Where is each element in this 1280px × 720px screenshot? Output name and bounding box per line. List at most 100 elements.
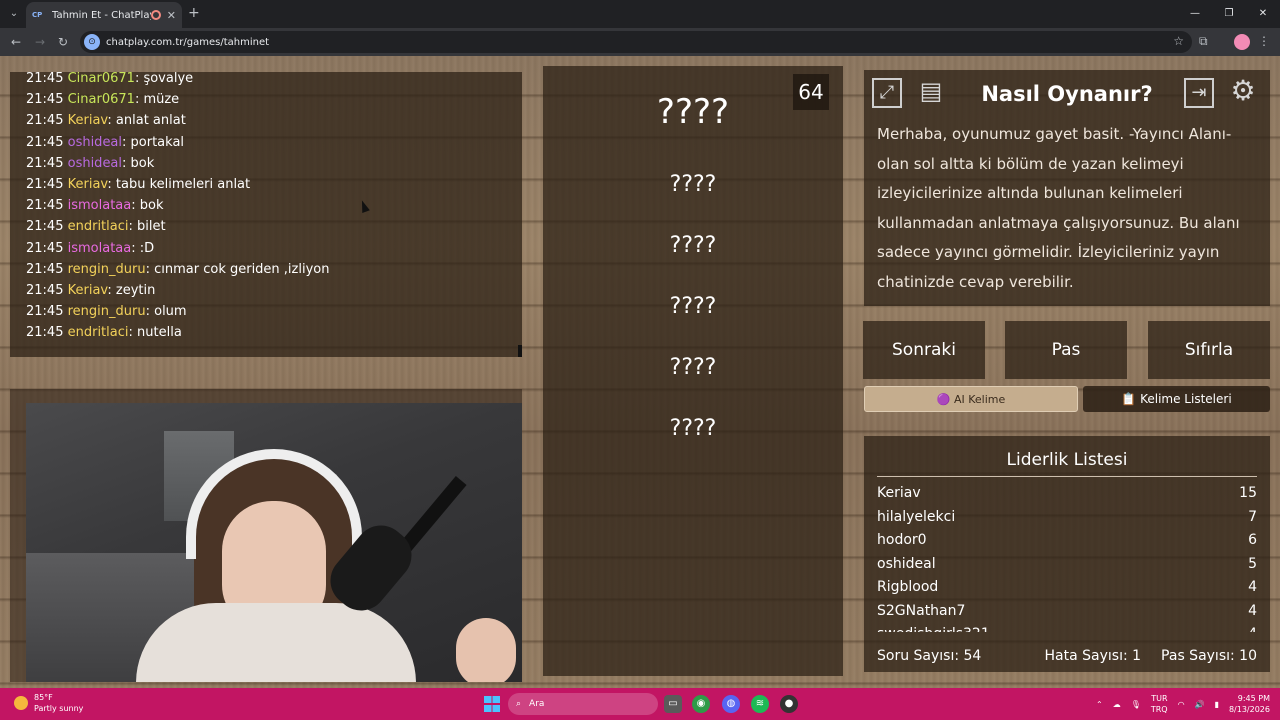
leaderboard-score: 4 <box>1248 623 1257 632</box>
weather-desc: Partly sunny <box>34 704 84 713</box>
restore-icon[interactable]: ❐ <box>1212 0 1246 28</box>
chat-text: cınmar cok geriden ,izliyon <box>154 261 330 277</box>
exit-icon[interactable]: ⇥ <box>1184 78 1214 108</box>
leaderboard-list[interactable]: Keriav 15 hilalyelekci 7 hodor0 6 oshideal 5 Rig… <box>877 482 1257 632</box>
forward-icon[interactable]: → <box>32 34 48 50</box>
chat-username[interactable]: endritlaci <box>68 219 129 234</box>
leaderboard-name: hilalyelekci <box>877 508 956 525</box>
webcam-feed <box>26 403 522 682</box>
battery-icon[interactable]: ▮ <box>1215 700 1219 709</box>
search-icon: ⌕ <box>516 699 522 709</box>
webcam-panel <box>10 389 522 682</box>
chat-username[interactable]: Cinar0671 <box>68 92 135 107</box>
browser-tab[interactable]: CP Tahmin Et - ChatPlay ✕ <box>26 2 182 28</box>
forbidden-word: ???? <box>669 355 717 380</box>
chat-username[interactable]: oshideal <box>68 156 122 171</box>
close-icon[interactable]: ✕ <box>1246 0 1280 28</box>
word-panel: 64 ???? ???? ???? ???? ???? ???? <box>543 66 843 676</box>
chat-text: anlat anlat <box>115 113 186 129</box>
chat-time: 21:45 <box>26 219 64 235</box>
leaderboard-row: oshideal 5 <box>877 553 1257 577</box>
tab-word-lists[interactable]: 📋 Kelime Listeleri <box>1083 386 1270 412</box>
chat-message: 21:45 Cinar0671: şovalye <box>26 72 194 86</box>
chat-message: 21:45 endritlaci: bilet <box>26 219 166 235</box>
chat-username[interactable]: rengin_duru <box>68 304 146 319</box>
site-info-icon[interactable]: ⊙ <box>84 34 100 50</box>
chat-username[interactable]: ismolataa <box>68 241 132 256</box>
leaderboard-name: Keriav <box>877 485 921 501</box>
forbidden-word: ???? <box>669 294 717 319</box>
clock-time: 9:45 PM <box>1237 694 1270 703</box>
chat-lines: 21:45 Cinar0671: şovalye 21:45 Cinar0671:… <box>26 72 522 343</box>
chat-username[interactable]: ismolataa <box>68 198 132 213</box>
clock[interactable]: 9:45 PM 8/13/2026 <box>1229 693 1270 715</box>
chat-time: 21:45 <box>26 134 64 150</box>
gear-icon[interactable]: ⚙ <box>1228 77 1258 108</box>
chat-text: nutella <box>137 325 182 341</box>
chat-username[interactable]: oshideal <box>68 135 122 150</box>
chat-time: 21:45 <box>26 176 64 192</box>
file-explorer-icon[interactable]: ▭ <box>664 695 682 713</box>
wifi-icon[interactable]: ◠ <box>1178 700 1185 709</box>
url-field[interactable]: ⊙ chatplay.com.tr/games/tahminet ☆ <box>80 31 1192 53</box>
chat-message: 21:45 Keriav: zeytin <box>26 282 156 298</box>
chat-username[interactable]: Keriav <box>68 283 108 298</box>
leaderboard-score: 15 <box>1239 485 1257 501</box>
chat-text: müze <box>143 92 180 108</box>
new-tab-icon[interactable]: + <box>188 5 200 21</box>
chat-text: bok <box>139 198 164 214</box>
obs-icon[interactable]: ● <box>780 695 798 713</box>
back-icon[interactable]: ← <box>8 34 24 50</box>
extensions-icon[interactable]: ⧉ <box>1199 34 1208 49</box>
leaderboard-row: hilalyelekci 7 <box>877 506 1257 530</box>
next-button[interactable]: Sonraki <box>863 321 985 379</box>
webcam-streamer-hand <box>456 618 516 682</box>
chat-time: 21:45 <box>26 92 64 108</box>
taskbar-search[interactable]: ⌕ Ara <box>508 693 658 715</box>
chat-message: 21:45 rengin_duru: cınmar cok geriden ,i… <box>26 261 330 277</box>
spotify-icon[interactable]: ≋ <box>751 695 769 713</box>
tab-ai-word[interactable]: 🟣 AI Kelime <box>864 386 1078 412</box>
chat-username[interactable]: Keriav <box>68 177 108 192</box>
chat-message: 21:45 Keriav: tabu kelimeleri anlat <box>26 176 251 192</box>
chat-username[interactable]: endritlaci <box>68 325 129 340</box>
reload-icon[interactable]: ↻ <box>55 34 71 50</box>
search-placeholder: Ara <box>529 699 545 709</box>
address-bar: ← → ↻ ⊙ chatplay.com.tr/games/tahminet ☆… <box>0 28 1280 56</box>
chat-message: 21:45 ismolataa: :D <box>26 240 155 256</box>
chat-scrollbar[interactable] <box>518 345 522 357</box>
tab-search-icon[interactable]: ⌄ <box>6 6 22 22</box>
microphone-icon[interactable]: 🎙 <box>1131 700 1141 709</box>
chat-username[interactable]: Cinar0671 <box>68 72 135 86</box>
bookmark-star-icon[interactable]: ☆ <box>1173 34 1184 48</box>
windows-taskbar: 85°F Partly sunny ⌕ Ara ▭ ◉ ◍ ≋ ● ⌃ ☁ 🎙 … <box>0 688 1280 720</box>
leaderboard-row: hodor0 6 <box>877 529 1257 553</box>
weather-widget[interactable]: 85°F Partly sunny <box>14 692 83 714</box>
leaderboard-row: swedishgirls321 4 <box>877 623 1257 632</box>
profile-avatar[interactable] <box>1234 34 1250 50</box>
chevron-up-icon[interactable]: ⌃ <box>1096 700 1103 709</box>
pass-button[interactable]: Pas <box>1005 321 1127 379</box>
system-tray: ⌃ ☁ 🎙 TUR TRQ ◠ 🔊 ▮ 9:45 PM 8/13/2026 <box>1086 693 1270 715</box>
chrome-icon[interactable]: ◉ <box>692 695 710 713</box>
browser-menu-icon[interactable]: ⋮ <box>1258 34 1270 48</box>
keyboard-language[interactable]: TUR TRQ <box>1151 693 1168 715</box>
discord-icon[interactable]: ◍ <box>722 695 740 713</box>
reset-button[interactable]: Sıfırla <box>1148 321 1270 379</box>
tab-close-icon[interactable]: ✕ <box>167 9 176 22</box>
chat-username[interactable]: Keriav <box>68 113 108 128</box>
howto-text: Merhaba, oyunumuz gayet basit. -Yayıncı … <box>877 125 1240 291</box>
weather-temp: 85°F <box>34 693 53 702</box>
leaderboard-score: 4 <box>1248 579 1257 595</box>
leaderboard-title: Liderlik Listesi <box>877 450 1257 477</box>
game-stats: Soru Sayısı: 54 Hata Sayısı: 1 Pas Sayıs… <box>877 648 1257 664</box>
windows-start-icon[interactable] <box>484 696 500 712</box>
cloud-icon[interactable]: ☁ <box>1113 700 1121 709</box>
game-page: 21:45 Cinar0671: şovalye 21:45 Cinar0671:… <box>0 56 1280 688</box>
chat-message: 21:45 rengin_duru: olum <box>26 304 187 320</box>
chat-time: 21:45 <box>26 240 64 256</box>
minimize-icon[interactable]: — <box>1178 0 1212 28</box>
chat-username[interactable]: rengin_duru <box>68 262 146 277</box>
forbidden-word: ???? <box>669 416 717 441</box>
volume-icon[interactable]: 🔊 <box>1195 700 1205 709</box>
